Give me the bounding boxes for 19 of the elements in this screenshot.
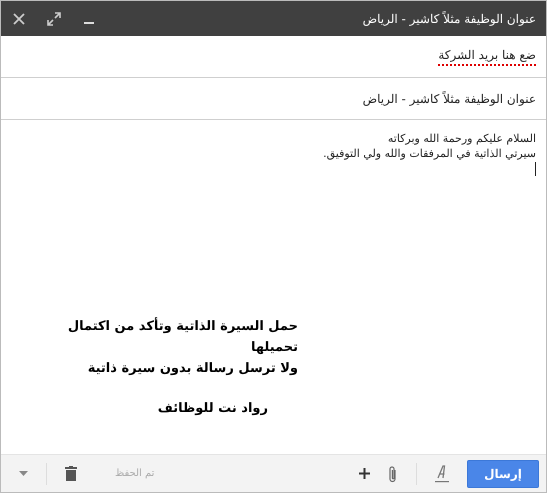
- dropdown-caret-icon[interactable]: [19, 471, 28, 476]
- window-title: عنوان الوظيفة مثلاً كاشير - الرياض: [362, 12, 536, 26]
- send-button[interactable]: إرسال: [467, 460, 539, 488]
- text-format-icon[interactable]: [435, 464, 449, 482]
- expand-icon[interactable]: [47, 12, 61, 26]
- trash-icon[interactable]: [65, 466, 77, 481]
- message-line: السلام عليكم ورحمة الله وبركاته: [388, 132, 536, 145]
- close-icon[interactable]: [13, 12, 25, 24]
- note-line: ولا ترسل رسالة بدون سيرة ذاتية: [88, 360, 298, 378]
- text-cursor: [535, 162, 536, 176]
- recipient-field[interactable]: ضع هنا بريد الشركة: [438, 48, 536, 66]
- plus-icon[interactable]: [359, 468, 370, 479]
- subject-field[interactable]: عنوان الوظيفة مثلاً كاشير - الرياض: [362, 92, 536, 106]
- note-line: حمل السيرة الذاتية وتأكد من اكتمال: [68, 316, 298, 336]
- paperclip-icon[interactable]: [388, 464, 398, 482]
- signature-text: رواد نت للوظائف: [158, 401, 268, 416]
- message-line: سيرتي الذاتية في المرفقات والله ولي التوفيق.: [323, 147, 536, 160]
- saved-status: تم الحفظ: [115, 468, 154, 479]
- note-line: تحميلها: [250, 339, 298, 357]
